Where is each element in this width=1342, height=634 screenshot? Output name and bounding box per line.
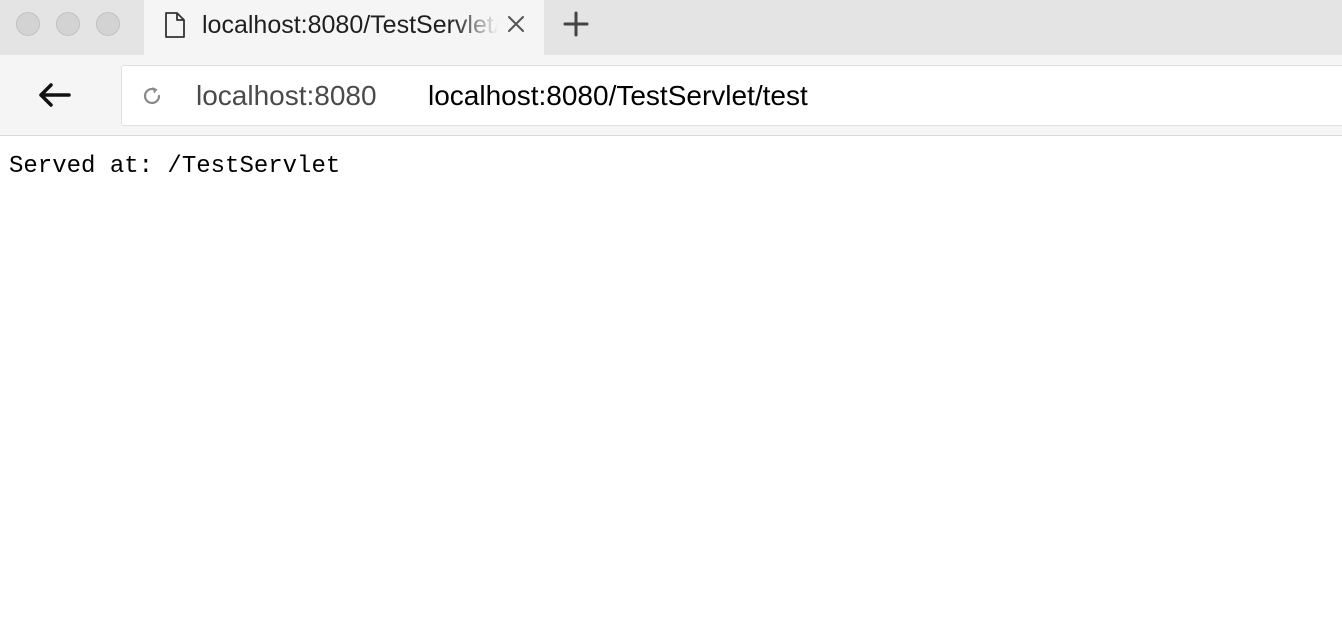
- address-bar-url[interactable]: localhost:8080/TestServlet/test: [428, 78, 808, 114]
- close-window-button[interactable]: [16, 12, 40, 36]
- page-body-text: Served at: /TestServlet: [9, 153, 341, 180]
- address-bar[interactable]: localhost:8080 localhost:8080/TestServle…: [121, 65, 1342, 126]
- page-content: Served at: /TestServlet: [0, 137, 1342, 634]
- maximize-window-button[interactable]: [96, 12, 120, 36]
- navigation-toolbar: localhost:8080 localhost:8080/TestServle…: [0, 55, 1342, 136]
- address-bar-host: localhost:8080: [196, 80, 377, 111]
- browser-tab[interactable]: localhost:8080/TestServlet/test: [144, 0, 544, 55]
- document-icon: [165, 12, 185, 38]
- arrow-left-icon[interactable]: [36, 81, 72, 109]
- new-tab-button[interactable]: [562, 10, 590, 38]
- minimize-window-button[interactable]: [56, 12, 80, 36]
- close-tab-icon[interactable]: [506, 14, 526, 34]
- reload-icon[interactable]: [140, 84, 164, 108]
- tab-title: localhost:8080/TestServlet/test: [202, 11, 498, 39]
- tab-strip: localhost:8080/TestServlet/test: [0, 0, 1342, 55]
- browser-window: localhost:8080/TestServlet/test localhos…: [0, 0, 1342, 634]
